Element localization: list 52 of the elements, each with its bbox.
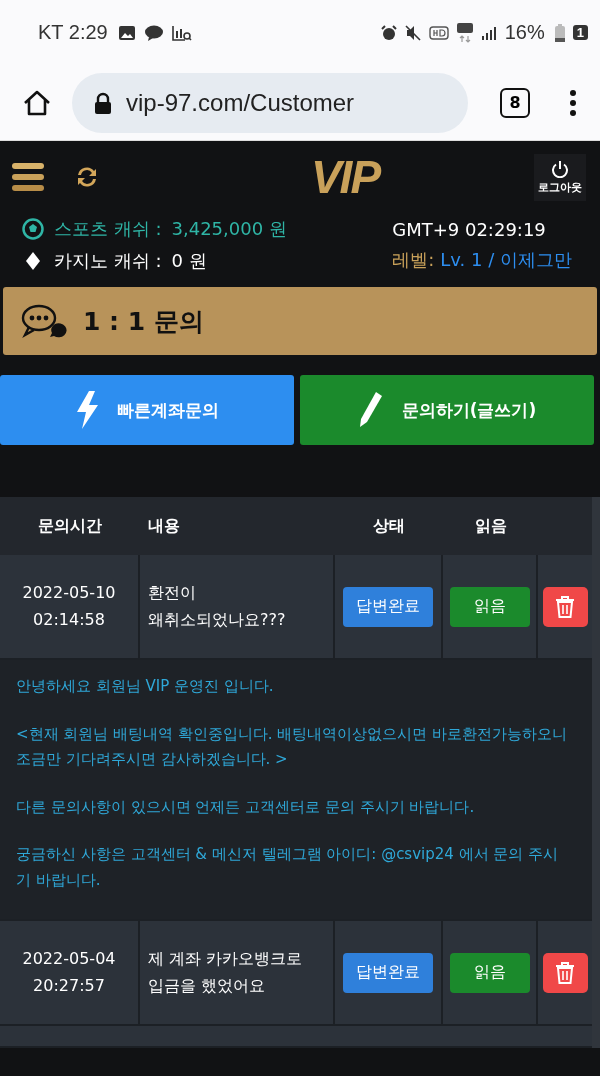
answer-paragraph: 다른 문의사항이 있으시면 언제든 고객센터로 문의 주시기 바랍니다. [16, 796, 476, 818]
column-header: 내용 [147, 515, 181, 537]
content-cell[interactable]: 환전이 왜취소되었나요??? [140, 555, 335, 658]
sim-badge: 1 [572, 25, 588, 40]
answered-status-button[interactable]: 답변완료 [343, 952, 433, 993]
chat-bubble-icon [143, 24, 164, 41]
carrier-time: KT 2:29 [38, 21, 108, 44]
battery-icon [554, 23, 565, 42]
address-field[interactable]: vip-97.com/Customer [72, 72, 468, 133]
casino-cash-label: 카지노 캐쉬 : [54, 249, 162, 273]
level-value: Lv. 1 / 이제그만 [440, 248, 572, 272]
column-header: 상태 [372, 515, 406, 537]
page-title: 1 : 1 문의 [83, 305, 204, 338]
answer-paragraph: <현재 회원님 배팅내역 확인중입니다. 배팅내역이상없으시면 바로환전가능하오니 조금만 기다려주시면 감사하겠습니다. > [16, 723, 569, 770]
lock-icon [94, 91, 112, 114]
level-label: 레벨: [392, 248, 435, 272]
write-inquiry-button[interactable]: 문의하기(글쓰기) [300, 375, 594, 445]
casino-cash-value: 0 원 [171, 249, 207, 273]
more-menu-icon[interactable] [568, 87, 578, 118]
column-header: 문의시간 [37, 515, 103, 537]
trash-icon [555, 961, 575, 984]
alarm-icon [380, 24, 397, 41]
answered-status-button[interactable]: 답변완료 [343, 586, 433, 627]
lightning-icon [75, 391, 99, 429]
chat-bubbles-icon [21, 304, 67, 338]
read-status-button[interactable]: 읽음 [449, 586, 530, 627]
menu-icon[interactable] [12, 163, 44, 191]
date-cell: 2022-05-10 02:14:58 [0, 555, 140, 658]
logout-button[interactable]: 로그아웃 [534, 153, 586, 201]
battery-percent: 16% [504, 21, 545, 44]
column-header: 읽음 [473, 515, 508, 537]
read-status-button[interactable]: 읽음 [449, 952, 530, 993]
gallery-icon [117, 24, 136, 41]
power-icon [551, 159, 569, 178]
sports-cash-value: 3,425,000 원 [171, 217, 287, 241]
pencil-icon [357, 391, 384, 429]
mute-icon [404, 24, 421, 41]
delete-button[interactable] [542, 952, 588, 993]
site-logo[interactable]: VIP [310, 150, 380, 204]
sports-cash-label: 스포츠 캐쉬 : [54, 217, 162, 241]
delete-button[interactable] [542, 586, 588, 627]
clock-text: GMT+9 02:29:19 [392, 219, 546, 240]
answer-paragraph: 궁금하신 사항은 고객센터 & 메신저 텔레그램 아이디: @csvip24 에서 문의 주시기 바랍니다. [16, 844, 560, 891]
soccer-ball-icon [22, 218, 44, 240]
date-cell: 2022-05-04 20:27:57 [0, 921, 140, 1024]
content-cell[interactable]: 제 계좌 카카오뱅크로 입금을 했었어요 [140, 921, 335, 1024]
signal-icon [480, 24, 497, 41]
hd-icon [428, 25, 449, 40]
chart-search-icon [171, 24, 192, 41]
tab-count-button[interactable]: 8 [500, 87, 530, 118]
answer-paragraph: 안녕하세요 회원님 VIP 운영진 입니다. [16, 676, 275, 697]
trash-icon [555, 595, 575, 618]
